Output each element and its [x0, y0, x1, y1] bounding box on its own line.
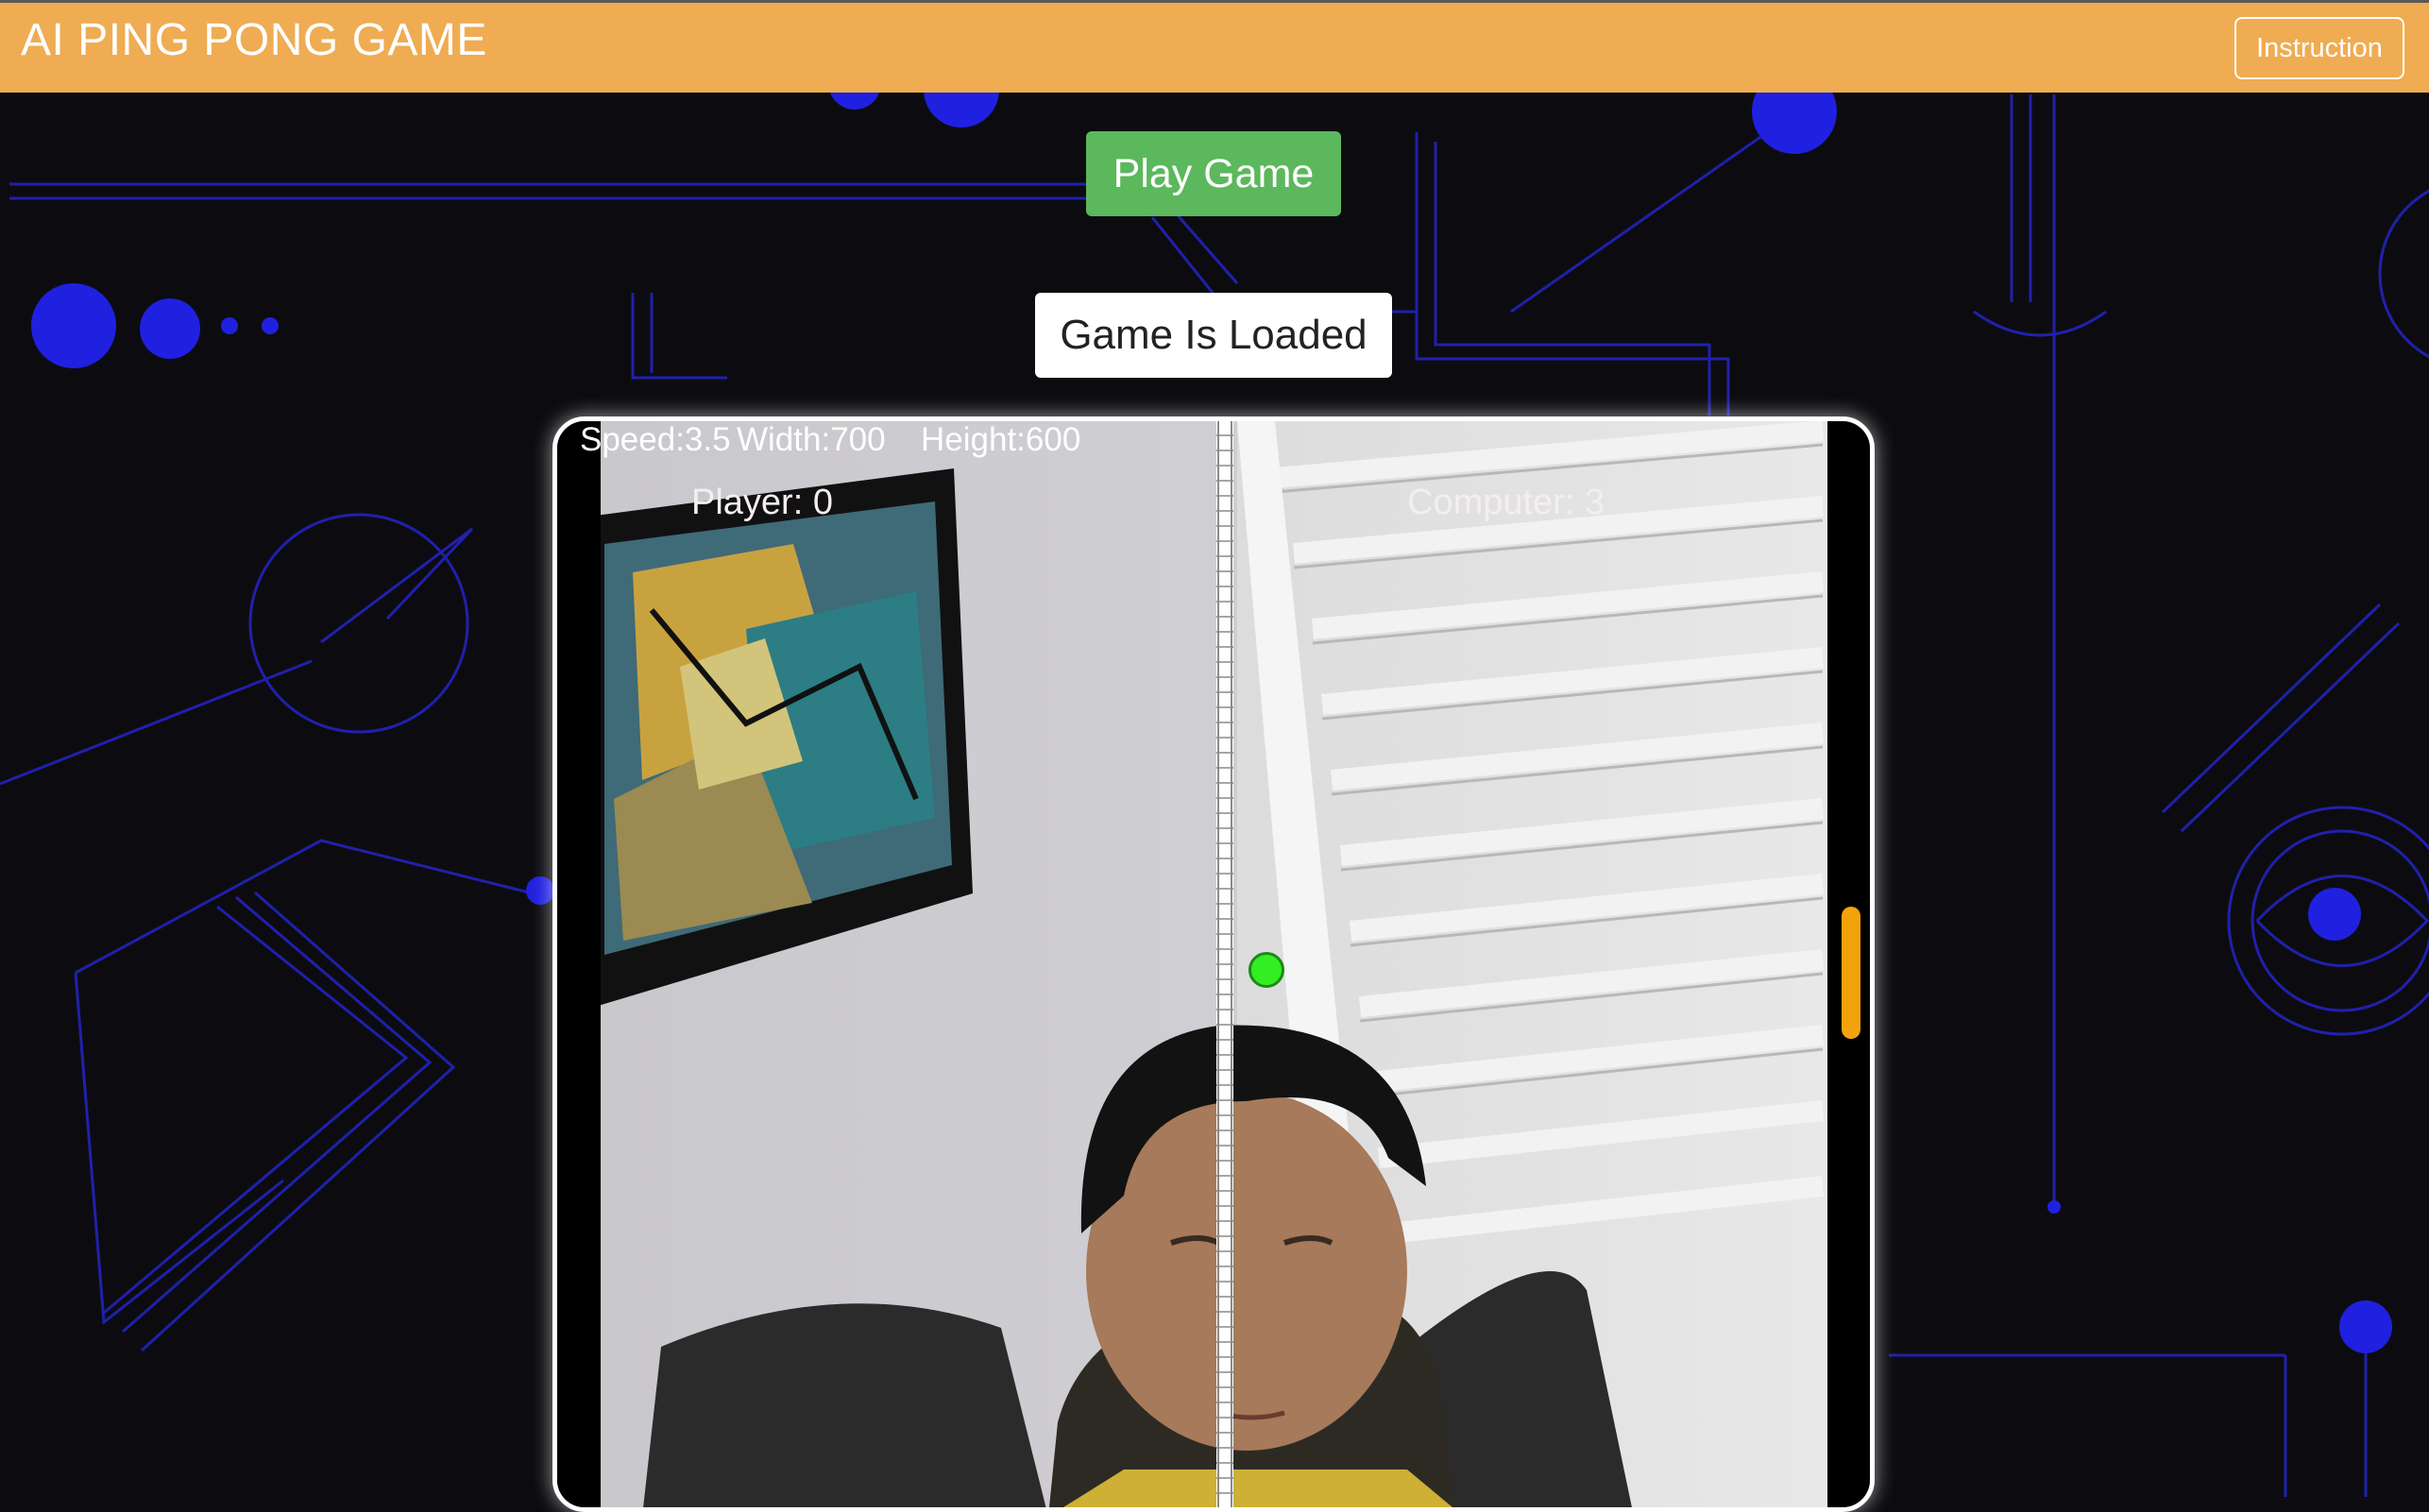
game-canvas[interactable]: Speed:3.5 Width:700 Height:600 Player: 0…: [552, 416, 1875, 1512]
instruction-button[interactable]: Instruction: [2234, 17, 2404, 79]
player-score: Player: 0: [691, 483, 833, 522]
center-net: [1216, 421, 1233, 1507]
webcam-feed: [557, 421, 1870, 1507]
top-navbar: AI PING PONG GAME Instruction: [0, 0, 2429, 93]
play-game-button[interactable]: Play Game: [1086, 131, 1341, 216]
speed-readout: Speed:3.5: [580, 421, 731, 458]
computer-paddle: [1842, 907, 1860, 1039]
computer-score: Computer: 3: [1407, 483, 1605, 522]
app-title: AI PING PONG GAME: [21, 15, 487, 65]
width-readout: Width:700: [737, 421, 886, 458]
game-status-label: Game Is Loaded: [1035, 293, 1392, 378]
game-ball: [1248, 952, 1284, 988]
height-readout: Height:600: [921, 421, 1081, 458]
